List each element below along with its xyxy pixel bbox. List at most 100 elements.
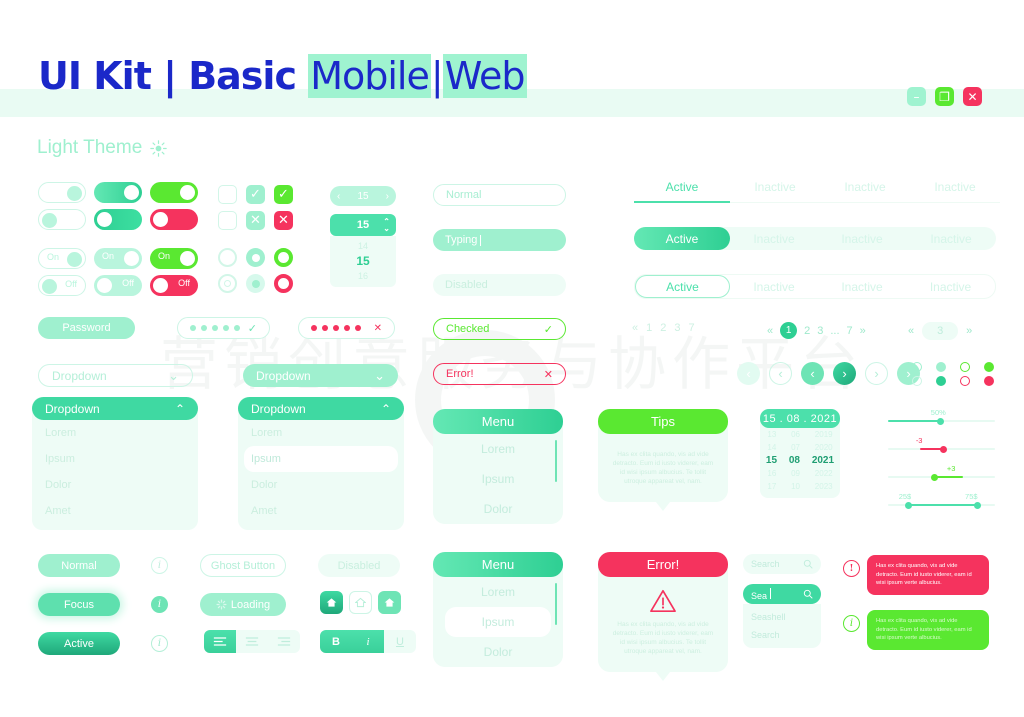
tab-inactive-2[interactable]: Inactive (818, 275, 906, 298)
stepper-spin[interactable]: 15 ⌃ ⌄ 14 15 16 (330, 214, 396, 287)
dropdown-header[interactable]: Dropdown ⌃ (238, 397, 404, 420)
date-day[interactable]: 17 (767, 480, 776, 493)
align-left-icon[interactable] (204, 630, 236, 653)
search-field-empty[interactable]: Search (743, 554, 821, 574)
window-controls[interactable]: – ❐ ✕ (907, 87, 982, 106)
arrow-prev-outline-button[interactable]: ‹ (769, 362, 792, 385)
dropdown-item-amet[interactable]: Amet (32, 498, 198, 524)
dropdown-item-lorem[interactable]: Lorem (32, 420, 198, 446)
pagination-first-icon[interactable]: « (908, 325, 914, 337)
dot-indicators[interactable] (912, 362, 1003, 386)
pagination-page-3[interactable]: 3 (817, 325, 823, 337)
radio-ring-green[interactable] (274, 248, 293, 267)
pagination-last-icon[interactable]: » (966, 325, 972, 337)
arrow-prev-pale-button[interactable]: ‹ (737, 362, 760, 385)
arrow-prev-mint-button[interactable]: ‹ (801, 362, 824, 385)
info-button-filled[interactable]: i (151, 596, 168, 613)
search-field-active[interactable]: Sea Seashell Search (743, 584, 821, 648)
radio-ring-red[interactable] (274, 274, 293, 293)
dropdown-item-lorem[interactable]: Lorem (238, 420, 404, 446)
dropdown-item-dolor[interactable]: Dolor (238, 472, 404, 498)
stepper-compact[interactable]: ‹ 15 › (330, 186, 396, 206)
arrow-next-dark-button[interactable]: › (833, 362, 856, 385)
date-row[interactable]: 13 06 2019 (760, 428, 840, 441)
arrow-next-outline-button[interactable]: › (865, 362, 888, 385)
button-focus[interactable]: Focus (38, 593, 120, 616)
checkbox-empty-2[interactable] (218, 211, 237, 230)
stepper-next-icon[interactable]: › (386, 191, 389, 202)
checkbox-empty[interactable] (218, 185, 237, 204)
pagination-single[interactable]: « 3 » (908, 322, 972, 340)
toggle-on-mint[interactable] (94, 182, 142, 203)
toggle-off-red[interactable] (150, 209, 198, 230)
tab-inactive-3[interactable]: Inactive (906, 275, 995, 298)
tab-inactive-1[interactable]: Inactive (730, 227, 818, 250)
date-year[interactable]: 2020 (815, 441, 833, 454)
search-icon[interactable] (803, 589, 813, 599)
arrow-button-group[interactable]: ‹ ‹ ‹ › › › (737, 362, 920, 385)
input-checked[interactable]: Checked ✓ (433, 318, 566, 340)
date-day[interactable]: 14 (767, 441, 776, 454)
ghost-button[interactable]: Ghost Button (200, 554, 286, 577)
toggle-on-green[interactable] (150, 182, 198, 203)
date-month[interactable]: 06 (791, 428, 800, 441)
scrollbar-thumb[interactable] (555, 583, 557, 625)
dropdown-item-amet[interactable]: Amet (238, 498, 404, 524)
password-field[interactable]: Password (38, 317, 135, 339)
scrollbar-thumb[interactable] (555, 440, 557, 482)
chevron-up-down-icon[interactable]: ⌃ ⌄ (383, 218, 390, 233)
home-icon[interactable] (378, 591, 401, 614)
date-year[interactable]: 2023 (815, 480, 833, 493)
button-normal[interactable]: Normal (38, 554, 120, 577)
date-day[interactable]: 13 (767, 428, 776, 441)
date-picker[interactable]: 15 . 08 . 2021 13 06 2019 14 07 2020 15 … (760, 409, 840, 498)
date-month[interactable]: 07 (791, 441, 800, 454)
search-suggestions[interactable]: Seashell Search (743, 604, 821, 648)
dropdown-item-ipsum[interactable]: Ipsum (32, 446, 198, 472)
radio-filled-mint[interactable] (246, 248, 265, 267)
pagination-value[interactable]: 3 (922, 322, 959, 340)
toggle-off-mint[interactable] (94, 209, 142, 230)
menu-item-dolor[interactable]: Dolor (433, 494, 563, 524)
tab-inactive-3[interactable]: Inactive (910, 180, 1000, 203)
home-button-group[interactable] (320, 591, 401, 614)
pagination-page-7[interactable]: 7 (689, 322, 695, 334)
checkbox-checked-green[interactable]: ✓ (274, 185, 293, 204)
date-month[interactable]: 10 (791, 480, 800, 493)
tabs-underline[interactable]: Active Inactive Inactive Inactive (634, 180, 1000, 203)
menu-item-ipsum-selected[interactable]: Ipsum (445, 607, 551, 637)
password-valid-field[interactable]: ✓ (177, 317, 270, 339)
pagination-numbered[interactable]: « 1 2 3 ... 7 » (767, 322, 866, 339)
toggle-labeled-off-red[interactable]: Off (150, 275, 198, 296)
pagination-first-icon[interactable]: « (767, 325, 773, 337)
dropdown-collapsed-filled[interactable]: Dropdown ⌄ (243, 364, 398, 387)
date-year[interactable]: 2021 (812, 454, 834, 467)
radio-dot-outline[interactable] (218, 274, 237, 293)
home-icon[interactable] (320, 591, 343, 614)
dropdown-collapsed-outline[interactable]: Dropdown ⌄ (38, 364, 193, 387)
pagination-current-page[interactable]: 1 (780, 322, 798, 339)
close-icon[interactable]: ✕ (374, 323, 382, 334)
slider-range[interactable]: 25$ 75$ (888, 492, 995, 509)
tab-inactive-1[interactable]: Inactive (730, 275, 818, 298)
date-year[interactable]: 2022 (815, 467, 833, 480)
menu-item-dolor[interactable]: Dolor (433, 637, 563, 667)
slider-positive[interactable]: +3 (888, 464, 995, 481)
slider-knob-max[interactable] (973, 501, 981, 509)
tab-inactive-2[interactable]: Inactive (818, 227, 906, 250)
dot-outline-green[interactable] (960, 362, 970, 372)
slider-percent[interactable]: 50% (888, 408, 995, 425)
checkbox-checked-mint[interactable]: ✓ (246, 185, 265, 204)
home-icon[interactable] (349, 591, 372, 614)
dropdown-item-ipsum-selected[interactable]: Ipsum (244, 446, 398, 472)
pagination-page-2[interactable]: 2 (804, 325, 810, 337)
date-row[interactable]: 17 10 2023 (760, 480, 840, 493)
date-row[interactable]: 14 07 2020 (760, 441, 840, 454)
dropdown-open-highlight[interactable]: Dropdown ⌃ Lorem Ipsum Dolor Amet (238, 397, 404, 530)
input-error[interactable]: Error! ✕ (433, 363, 566, 385)
toggle-on-outline[interactable] (38, 182, 86, 203)
tab-inactive-2[interactable]: Inactive (820, 180, 910, 203)
dropdown-open-plain[interactable]: Dropdown ⌃ Lorem Ipsum Dolor Amet (32, 397, 198, 530)
dot-outline-pale[interactable] (912, 376, 922, 386)
date-day[interactable]: 16 (767, 467, 776, 480)
